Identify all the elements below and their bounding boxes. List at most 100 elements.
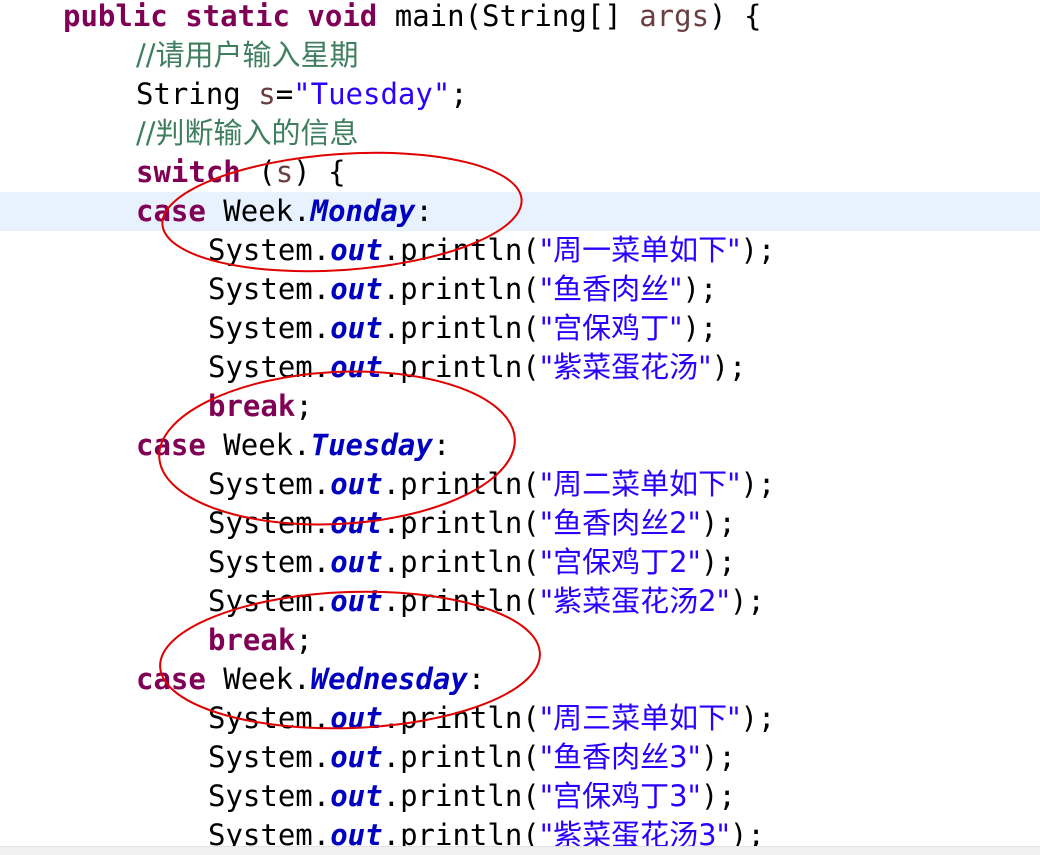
string-token: "紫菜蛋花汤2" <box>539 584 730 618</box>
code-token: ); <box>711 350 747 384</box>
code-token: .println( <box>382 779 540 813</box>
static-field-token: out <box>330 701 383 735</box>
code-editor[interactable]: public static void main(String[] args) {… <box>0 0 1040 855</box>
horizontal-scrollbar[interactable] <box>0 846 1040 855</box>
code-token: System. <box>208 779 331 813</box>
code-line-println[interactable]: System.out.println("鱼香肉丝"); <box>0 270 1040 309</box>
string-token: "鱼香肉丝3" <box>539 740 701 774</box>
comment-token: //请用户输入星期 <box>136 38 359 72</box>
code-token: ); <box>740 467 776 501</box>
code-line-println[interactable]: System.out.println("鱼香肉丝2"); <box>0 504 1040 543</box>
static-field-token: out <box>330 467 383 501</box>
code-line-switch[interactable]: switch (s) { <box>0 153 1040 192</box>
code-token: ) { <box>709 0 762 33</box>
code-token: System. <box>208 584 331 618</box>
string-token: "鱼香肉丝2" <box>539 506 701 540</box>
code-token: : <box>415 194 433 228</box>
enum-constant-token: Tuesday <box>310 428 433 462</box>
code-token: .println( <box>382 740 540 774</box>
code-line-comment[interactable]: //判断输入的信息 <box>0 114 1040 153</box>
enum-constant-token: Monday <box>310 194 416 228</box>
variable-token: s <box>275 155 294 189</box>
string-token: "Tuesday" <box>293 77 451 111</box>
string-token: "宫保鸡丁2" <box>539 545 701 579</box>
code-token: .println( <box>382 584 540 618</box>
static-field-token: out <box>330 311 383 345</box>
code-token: ); <box>740 233 776 267</box>
code-line-println[interactable]: System.out.println("鱼香肉丝3"); <box>0 738 1040 777</box>
static-field-token: out <box>330 506 383 540</box>
code-token: ) { <box>293 155 346 189</box>
static-field-token: out <box>330 272 383 306</box>
code-token: .println( <box>382 467 540 501</box>
code-line-declaration[interactable]: String s="Tuesday"; <box>0 75 1040 114</box>
string-token: "宫保鸡丁3" <box>539 779 701 813</box>
static-field-token: out <box>330 584 383 618</box>
code-token: .println( <box>382 350 540 384</box>
code-token: : <box>467 662 486 696</box>
code-token: System. <box>208 350 331 384</box>
code-token: System. <box>208 272 331 306</box>
keyword-token: break <box>208 623 296 657</box>
code-token: Week. <box>205 428 311 462</box>
code-line-println[interactable]: System.out.println("周二菜单如下"); <box>0 465 1040 504</box>
code-token: String <box>136 77 259 111</box>
keyword-token: case <box>136 662 206 696</box>
code-token: ); <box>729 584 765 618</box>
code-token: ); <box>682 311 718 345</box>
string-token: "宫保鸡丁" <box>539 311 683 345</box>
code-token: ( <box>240 155 276 189</box>
code-token: System. <box>208 311 331 345</box>
code-line-println[interactable]: System.out.println("宫保鸡丁"); <box>0 309 1040 348</box>
code-line-println[interactable]: System.out.println("紫菜蛋花汤"); <box>0 348 1040 387</box>
static-field-token: out <box>330 233 383 267</box>
code-line-case-tuesday[interactable]: case Week.Tuesday: <box>0 426 1040 465</box>
code-line-println[interactable]: System.out.println("宫保鸡丁3"); <box>0 777 1040 816</box>
code-token: .println( <box>382 506 540 540</box>
code-token: ; <box>450 77 468 111</box>
keyword-token: break <box>208 389 296 423</box>
keyword-token: public static void <box>63 0 378 33</box>
code-token: ); <box>700 545 736 579</box>
code-token: ); <box>700 740 736 774</box>
variable-token: s <box>258 77 276 111</box>
keyword-token: case <box>136 428 206 462</box>
code-token: System. <box>208 740 331 774</box>
code-line-println[interactable]: System.out.println("紫菜蛋花汤2"); <box>0 582 1040 621</box>
code-token: : <box>432 428 451 462</box>
code-token: ; <box>295 389 313 423</box>
code-token: ); <box>682 272 718 306</box>
code-line-break[interactable]: break; <box>0 387 1040 426</box>
static-field-token: out <box>330 779 383 813</box>
code-line-method-signature[interactable]: public static void main(String[] args) { <box>0 0 1040 36</box>
comment-token: //判断输入的信息 <box>136 116 359 150</box>
code-token: .println( <box>382 233 540 267</box>
code-line-println[interactable]: System.out.println("周一菜单如下"); <box>0 231 1040 270</box>
parameter-token: args <box>639 0 710 33</box>
string-token: "周一菜单如下" <box>539 233 741 267</box>
code-token: .println( <box>382 311 540 345</box>
static-field-token: out <box>330 740 383 774</box>
code-token: Week. <box>205 194 311 228</box>
keyword-token: switch <box>136 155 241 189</box>
code-line-break[interactable]: break; <box>0 621 1040 660</box>
code-token: .println( <box>382 272 540 306</box>
code-token: .println( <box>382 701 540 735</box>
static-field-token: out <box>330 545 383 579</box>
string-token: "紫菜蛋花汤" <box>539 350 712 384</box>
code-token: = <box>275 77 294 111</box>
string-token: "周三菜单如下" <box>539 701 741 735</box>
code-line-comment[interactable]: //请用户输入星期 <box>0 36 1040 75</box>
code-token: Week. <box>205 662 311 696</box>
code-token: ); <box>700 779 736 813</box>
enum-constant-token: Wednesday <box>310 662 468 696</box>
code-token: System. <box>208 506 331 540</box>
code-line-case-wednesday[interactable]: case Week.Wednesday: <box>0 660 1040 699</box>
code-line-println[interactable]: System.out.println("周三菜单如下"); <box>0 699 1040 738</box>
code-token: ); <box>740 701 776 735</box>
code-line-case-monday[interactable]: case Week.Monday: <box>0 192 1040 231</box>
code-token: System. <box>208 233 331 267</box>
code-token: ; <box>295 623 313 657</box>
code-line-println[interactable]: System.out.println("宫保鸡丁2"); <box>0 543 1040 582</box>
code-token: System. <box>208 545 331 579</box>
